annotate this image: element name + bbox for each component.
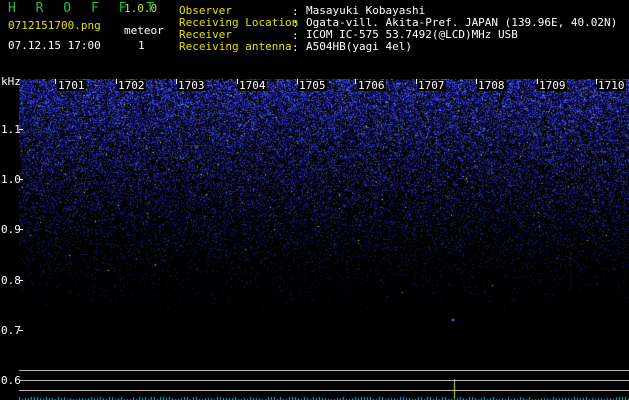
x-tick-label: 1704 <box>238 79 267 92</box>
x-tick-label: 1705 <box>298 79 327 92</box>
x-tick-label: 1710 <box>597 79 626 92</box>
datetime: 07.12.15 17:00 <box>8 39 101 52</box>
reference-line <box>19 370 629 371</box>
meteor-label: meteor <box>124 24 164 37</box>
y-tick-label: 0.7 <box>1 324 21 337</box>
y-tick-label: 1.1 <box>1 123 21 136</box>
y-axis-unit: kHz <box>1 75 21 88</box>
app-version: 1.0.0 <box>124 2 158 15</box>
y-tick-label: 0.8 <box>1 274 21 287</box>
x-tick-label: 1702 <box>117 79 146 92</box>
x-tick-label: 1709 <box>538 79 567 92</box>
info-value-antenna: A504HB(yagi 4el) <box>306 40 412 53</box>
y-tick-label: 1.0 <box>1 173 21 186</box>
y-tick-mark <box>19 179 23 180</box>
x-tick-label: 1701 <box>57 79 86 92</box>
x-tick-label: 1706 <box>357 79 386 92</box>
x-tick-label: 1708 <box>477 79 506 92</box>
y-tick-mark <box>19 280 23 281</box>
y-tick-label: 0.9 <box>1 223 21 236</box>
reference-line <box>19 380 629 381</box>
x-tick-label: 1703 <box>177 79 206 92</box>
x-tick-mark <box>55 79 56 84</box>
spectrogram-plot <box>19 79 629 400</box>
reference-line <box>19 390 629 391</box>
x-tick-mark <box>355 79 356 84</box>
info-label-antenna: Receiving antenna <box>179 40 292 53</box>
y-tick-mark <box>19 330 23 331</box>
meteor-count: 1 <box>138 39 145 52</box>
file-name: 0712151700.png <box>8 19 101 32</box>
y-tick-mark <box>19 129 23 130</box>
y-tick-mark <box>19 229 23 230</box>
x-tick-label: 1707 <box>417 79 446 92</box>
info-separator: : <box>292 41 299 54</box>
y-tick-label: 0.6 <box>1 374 21 387</box>
